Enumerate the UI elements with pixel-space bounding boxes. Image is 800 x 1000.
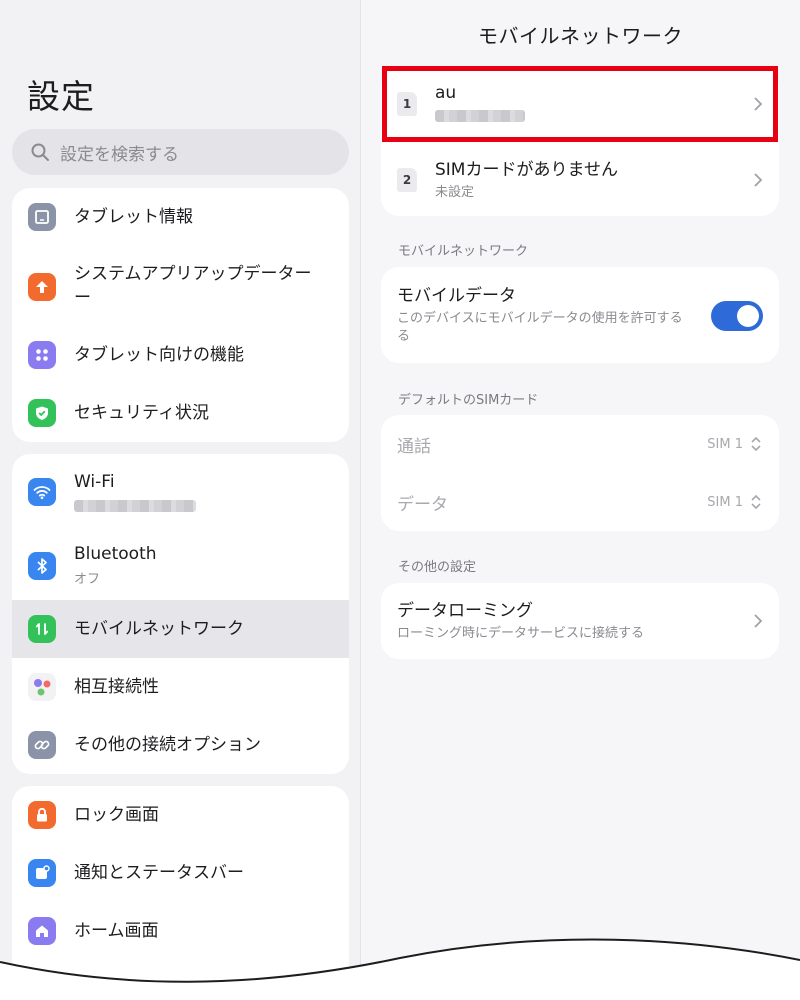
sidebar-item-label: Bluetooth — [74, 544, 157, 564]
chevron-updown-icon — [751, 436, 761, 452]
sim-carrier-name: au — [435, 83, 457, 103]
lock-icon — [28, 801, 56, 829]
sidebar-item-label: タブレット向けの機能 — [74, 345, 244, 365]
sidebar-item-label: ロック画面 — [74, 805, 159, 825]
panel-title: モバイルネットワーク — [478, 24, 683, 48]
sim-2-row[interactable]: 2 SIMカードがありません 未設定 — [381, 144, 779, 216]
sidebar-item-label-wrap: ー — [74, 288, 91, 308]
search-placeholder: 設定を検索する — [60, 144, 179, 165]
data-roaming-title: データローミング — [397, 600, 533, 621]
sidebar-item-wifi[interactable]: Wi-Fi — [12, 454, 349, 528]
call-sim-select: SIM 1 — [707, 436, 763, 452]
sidebar-item-bluetooth[interactable]: Bluetooth オフ — [12, 528, 349, 600]
mobile-data-description: このデバイスにモバイルデータの使用を許可する — [397, 311, 683, 326]
grid-dots-icon — [28, 341, 56, 369]
bluetooth-icon — [28, 552, 56, 580]
dots-cluster-icon — [28, 673, 56, 701]
mobile-data-title: モバイルデータ — [397, 286, 516, 306]
mobile-data-icon — [28, 615, 56, 643]
data-sim-row: データ SIM 1 — [381, 473, 779, 531]
sim-slot-number: 2 — [402, 173, 412, 187]
page-title: 設定 — [27, 77, 95, 116]
arrow-up-icon — [28, 273, 56, 301]
sim-status: SIMカードがありません — [435, 159, 618, 180]
data-label: データ — [397, 494, 448, 515]
chevron-right-icon — [754, 173, 763, 187]
sidebar-item-system-app-updater[interactable]: システムアプリアップデーター ー — [12, 250, 349, 320]
chevron-right-icon — [754, 614, 763, 628]
roaming-card: データローミング ローミング時にデータサービスに接続する — [381, 583, 779, 659]
sim-substatus: 未設定 — [435, 184, 475, 200]
toggle-knob — [737, 305, 759, 327]
data-sim-select: SIM 1 — [707, 494, 763, 510]
sim-number-redacted — [435, 110, 525, 122]
sidebar-item-label: セキュリティ状況 — [74, 403, 209, 423]
sidebar-item-lock-screen[interactable]: ロック画面 — [12, 786, 349, 844]
default-sim-card: 通話 SIM 1 データ SIM 1 — [381, 415, 779, 531]
shield-check-icon — [28, 399, 56, 427]
sim-list-card: 1 au 2 SIMカードがありません 未設定 — [381, 68, 779, 216]
mobile-data-row[interactable]: モバイルデータ このデバイスにモバイルデータの使用を許可する る — [381, 267, 779, 363]
mobile-data-toggle[interactable] — [711, 301, 763, 331]
mobile-network-panel: モバイルネットワーク 1 au 2 SIMカードがありません 未設定 モバイルネ… — [361, 0, 800, 1000]
settings-sidebar: 設定 設定を検索する タブレット情報 システムアプリアップデーター ー タブレッ… — [0, 0, 361, 1000]
sidebar-item-label: タブレット情報 — [74, 207, 193, 227]
settings-group-connections: Wi-Fi Bluetooth オフ モバイルネットワーク 相互接続性 その他の… — [12, 454, 349, 774]
chevron-updown-icon — [751, 494, 761, 510]
tablet-icon — [28, 203, 56, 231]
sim-slot-number: 1 — [402, 97, 412, 111]
sidebar-item-label: モバイルネットワーク — [74, 619, 244, 639]
call-sim-row: 通話 SIM 1 — [381, 415, 779, 473]
data-roaming-row[interactable]: データローミング ローミング時にデータサービスに接続する — [381, 583, 779, 659]
mobile-data-card: モバイルデータ このデバイスにモバイルデータの使用を許可する る — [381, 267, 779, 363]
section-header-default-sim: デフォルトのSIMカード — [398, 393, 539, 408]
sim-card-icon: 1 — [397, 92, 417, 116]
section-header-other: その他の設定 — [398, 560, 477, 575]
sidebar-item-label: 通知とステータスバー — [74, 863, 244, 883]
sidebar-item-label: 相互接続性 — [74, 677, 159, 697]
sidebar-item-mobile-network[interactable]: モバイルネットワーク — [12, 600, 349, 658]
chevron-right-icon — [754, 97, 763, 111]
settings-group-device: タブレット情報 システムアプリアップデーター ー タブレット向けの機能 セキュリ… — [12, 188, 349, 442]
section-header-mobile: モバイルネットワーク — [398, 244, 529, 259]
mobile-data-description-wrap: る — [397, 329, 411, 344]
sidebar-item-label: Wi-Fi — [74, 472, 115, 492]
data-roaming-description: ローミング時にデータサービスに接続する — [397, 625, 645, 641]
sidebar-item-label: その他の接続オプション — [74, 735, 261, 755]
sidebar-item-tablet-info[interactable]: タブレット情報 — [12, 188, 349, 246]
data-sim-value: SIM 1 — [707, 494, 743, 510]
call-label: 通話 — [397, 436, 431, 457]
sidebar-item-tablet-features[interactable]: タブレット向けの機能 — [12, 326, 349, 384]
torn-edge-decoration — [0, 938, 800, 1000]
sidebar-item-label: システムアプリアップデーター — [74, 264, 312, 284]
sidebar-item-security-status[interactable]: セキュリティ状況 — [12, 384, 349, 442]
sim-card-icon: 2 — [397, 168, 417, 192]
sidebar-item-other-connections[interactable]: その他の接続オプション — [12, 716, 349, 774]
search-input[interactable]: 設定を検索する — [12, 129, 349, 175]
sidebar-item-interconnectivity[interactable]: 相互接続性 — [12, 658, 349, 716]
sidebar-item-notifications[interactable]: 通知とステータスバー — [12, 844, 349, 902]
wifi-ssid-redacted — [74, 500, 196, 512]
sidebar-item-status: オフ — [74, 572, 101, 587]
call-sim-value: SIM 1 — [707, 436, 743, 452]
link-icon — [28, 731, 56, 759]
notification-icon — [28, 859, 56, 887]
wifi-icon — [28, 478, 56, 506]
search-icon — [31, 143, 49, 161]
sim-1-row[interactable]: 1 au — [381, 68, 779, 140]
